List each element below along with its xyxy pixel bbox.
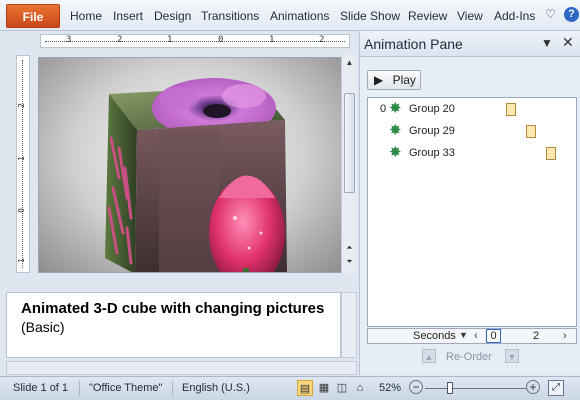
chevron-down-icon[interactable]: ▼ [459, 330, 468, 340]
tab-insert[interactable]: Insert [113, 9, 143, 23]
zoom-level[interactable]: 52% [379, 382, 401, 394]
timeline-start: 0 [486, 329, 501, 343]
ribbon-toggle-icon[interactable]: ♡ [545, 7, 556, 21]
motion-star-icon: ✸ [389, 144, 402, 161]
zoom-slider[interactable] [425, 388, 527, 389]
tab-add-ins[interactable]: Add-Ins [494, 9, 535, 23]
scroll-thumb[interactable] [344, 93, 355, 193]
ruler-tick: 1 [167, 35, 173, 45]
slide-count: Slide 1 of 1 [13, 382, 69, 394]
item-name: Group 29 [409, 125, 455, 137]
zoom-in-icon[interactable]: + [526, 380, 540, 394]
cube-image[interactable] [39, 58, 342, 273]
timing-bar[interactable] [526, 125, 536, 138]
tab-home[interactable]: Home [70, 9, 102, 23]
help-icon[interactable]: ? [564, 7, 579, 22]
language-indicator[interactable]: English (U.S.) [182, 382, 250, 394]
notes-subtitle: (Basic) [21, 319, 65, 335]
fit-slide-icon[interactable]: ⤢ [548, 380, 564, 396]
tab-transitions[interactable]: Transitions [201, 9, 259, 23]
item-name: Group 33 [409, 147, 455, 159]
item-number: 0 [380, 103, 387, 115]
play-button[interactable]: ▶ Play [367, 70, 421, 90]
tab-view[interactable]: View [457, 9, 483, 23]
horizontal-ruler: 3 2 1 0 1 2 [40, 34, 350, 48]
zoom-slider-thumb[interactable] [447, 382, 453, 394]
notes-horizontal-scrollbar[interactable] [6, 361, 357, 375]
slide-sorter-icon[interactable]: ▦ [316, 380, 332, 396]
ruler-tick: 1 [16, 156, 26, 161]
slide-editing-area: 3 2 1 0 1 2 2 1 0 1 ▲ ⏶ ⏷ [6, 31, 357, 318]
timing-bar[interactable] [506, 103, 516, 116]
play-label: Play [392, 73, 416, 87]
item-name: Group 20 [409, 103, 455, 115]
tab-slide-show[interactable]: Slide Show [340, 9, 400, 23]
previous-slide-icon[interactable]: ⏶ [343, 241, 356, 254]
pane-title: Animation Pane [364, 36, 463, 52]
slide-show-icon[interactable]: ⌂ [352, 380, 368, 396]
play-icon: ▶ [374, 73, 384, 87]
ruler-tick: 2 [16, 103, 26, 108]
timeline-mark: 2 [533, 330, 540, 342]
reorder-label: Re-Order [446, 351, 492, 363]
move-up-icon[interactable]: ▲ [422, 349, 436, 363]
animation-list: 0 ✸ Group 20 ✸ Group 29 ✸ Group 33 [367, 97, 577, 327]
animation-pane: Animation Pane ▼ ✕ ▶ Play 0 ✸ Group 20 ✸… [359, 31, 580, 375]
timeline-right-icon[interactable]: › [563, 330, 567, 342]
ruler-tick: 0 [218, 35, 224, 45]
slide-canvas[interactable] [38, 57, 342, 273]
theme-name[interactable]: "Office Theme" [89, 382, 162, 394]
pane-options-icon[interactable]: ▼ [541, 36, 553, 50]
vertical-ruler: 2 1 0 1 [16, 55, 30, 273]
notes-pane[interactable]: Animated 3-D cube with changing pictures… [6, 292, 341, 358]
slide-vertical-scrollbar[interactable]: ▲ ⏶ ⏷ [341, 55, 357, 273]
list-item[interactable]: ✸ Group 29 [368, 122, 576, 140]
motion-star-icon: ✸ [389, 122, 402, 139]
ruler-tick: 1 [16, 258, 26, 263]
tab-design[interactable]: Design [154, 9, 191, 23]
reading-view-icon[interactable]: ◫ [334, 380, 350, 396]
list-item[interactable]: 0 ✸ Group 20 [368, 100, 576, 118]
zoom-out-icon[interactable]: − [409, 380, 423, 394]
timeline-bar: Seconds ▼ ‹ 0 2 › [367, 328, 577, 344]
notes-title: Animated 3-D cube with changing pictures [21, 300, 325, 317]
scroll-up-icon[interactable]: ▲ [343, 56, 356, 69]
notes-vertical-scrollbar[interactable] [341, 292, 357, 358]
close-icon[interactable]: ✕ [562, 34, 574, 51]
tab-review[interactable]: Review [408, 9, 447, 23]
timeline-unit-dropdown[interactable]: Seconds [413, 330, 456, 342]
file-tab[interactable]: File [6, 4, 60, 28]
next-slide-icon[interactable]: ⏷ [343, 255, 356, 268]
list-item[interactable]: ✸ Group 33 [368, 144, 576, 162]
timing-bar[interactable] [546, 147, 556, 160]
normal-view-icon[interactable]: ▤ [297, 380, 313, 396]
ruler-tick: 1 [269, 35, 275, 45]
move-down-icon[interactable]: ▼ [505, 349, 519, 363]
ruler-tick: 2 [117, 35, 123, 45]
ruler-tick: 3 [66, 35, 72, 45]
tab-animations[interactable]: Animations [270, 9, 329, 23]
timeline-left-icon[interactable]: ‹ [474, 330, 478, 342]
ruler-tick: 2 [319, 35, 325, 45]
ruler-tick: 0 [16, 208, 26, 213]
status-bar: Slide 1 of 1 "Office Theme" English (U.S… [0, 376, 580, 400]
animation-pane-header: Animation Pane ▼ ✕ [360, 31, 580, 57]
ribbon-tab-bar: File Home Insert Design Transitions Anim… [0, 0, 580, 31]
motion-star-icon: ✸ [389, 100, 402, 117]
